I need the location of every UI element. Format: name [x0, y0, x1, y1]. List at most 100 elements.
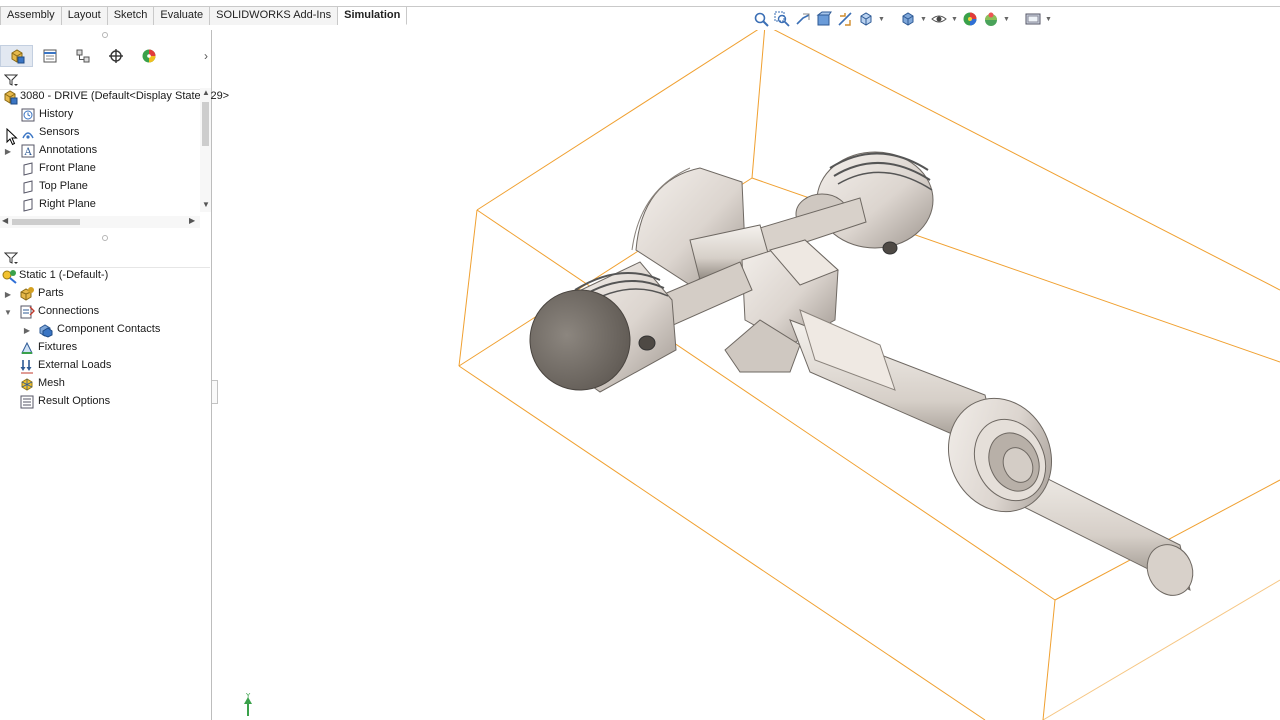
- scrollbar-thumb[interactable]: [12, 219, 80, 225]
- feature-tree-vertical-scrollbar[interactable]: ▲ ▼: [200, 88, 211, 212]
- sim-item-parts[interactable]: ▶ Parts: [0, 285, 210, 303]
- configurationmanager-icon[interactable]: [66, 45, 99, 67]
- display-style-dropdown[interactable]: ▼: [920, 10, 927, 28]
- sim-item-external-loads[interactable]: External Loads: [0, 357, 210, 375]
- propertymanager-icon[interactable]: [33, 45, 66, 67]
- tree-item-label: Sensors: [39, 126, 80, 138]
- apply-scene-icon[interactable]: [982, 10, 1000, 28]
- pane-splitter-grip[interactable]: [102, 235, 108, 241]
- section-view-icon[interactable]: [815, 10, 833, 28]
- view-orientation-icon[interactable]: [857, 10, 875, 28]
- dynamic-annotation-icon[interactable]: [836, 10, 854, 28]
- tree-item-annotations[interactable]: ▶ A Annotations: [0, 142, 200, 160]
- sim-item-component-contacts[interactable]: ▶ Component Contacts: [0, 321, 210, 339]
- assembly-icon: [2, 89, 18, 105]
- plane-icon: [20, 197, 36, 213]
- tree-item-history[interactable]: History: [0, 106, 200, 124]
- fixtures-icon: [19, 340, 35, 356]
- sim-item-fixtures[interactable]: Fixtures: [0, 339, 210, 357]
- displaymanager-icon[interactable]: [132, 45, 165, 67]
- feature-tree-filter[interactable]: [0, 70, 210, 90]
- scroll-up-icon[interactable]: ▲: [202, 88, 210, 97]
- tree-root-assembly[interactable]: 3080 - DRIVE (Default<Display State-129>: [0, 88, 229, 106]
- zoom-to-fit-icon[interactable]: [752, 10, 770, 28]
- hide-show-items-icon[interactable]: [930, 10, 948, 28]
- display-style-icon[interactable]: [899, 10, 917, 28]
- tree-item-front-plane[interactable]: Front Plane: [0, 160, 200, 178]
- simulation-study-label: Static 1 (-Default-): [19, 269, 109, 281]
- featuremanager-tree: 3080 - DRIVE (Default<Display State-129>…: [0, 88, 229, 214]
- apply-scene-dropdown[interactable]: ▼: [1003, 10, 1010, 28]
- view-orientation-dropdown[interactable]: ▼: [878, 10, 885, 28]
- scroll-right-icon[interactable]: ▶: [189, 216, 195, 225]
- command-manager-tabs: Assembly Layout Sketch Evaluate SOLIDWORKS A…: [0, 0, 1280, 30]
- sim-item-label: Component Contacts: [57, 323, 161, 335]
- sim-item-label: Fixtures: [38, 341, 78, 353]
- expand-arrow-icon[interactable]: ▶: [22, 321, 32, 339]
- sim-item-label: External Loads: [38, 359, 112, 371]
- sim-item-label: Connections: [38, 305, 100, 317]
- graphics-area[interactable]: Y: [213, 30, 1280, 720]
- result-options-icon: [19, 394, 35, 410]
- dimxpertmanager-icon[interactable]: [99, 45, 132, 67]
- sim-item-label: Parts: [38, 287, 64, 299]
- parts-icon: [19, 286, 35, 302]
- front-piston: [529, 261, 677, 393]
- chevron-right-icon[interactable]: ›: [204, 49, 208, 63]
- previous-view-icon[interactable]: [794, 10, 812, 28]
- scrollbar-thumb[interactable]: [202, 102, 209, 146]
- sensors-icon: [20, 125, 36, 141]
- filter-icon[interactable]: [3, 251, 19, 268]
- sim-item-mesh[interactable]: Mesh: [0, 375, 210, 393]
- svg-text:Y: Y: [245, 692, 251, 700]
- tab-evaluate[interactable]: Evaluate: [154, 7, 211, 25]
- tree-item-label: History: [39, 108, 74, 120]
- tab-solidworks-add-ins[interactable]: SOLIDWORKS Add-Ins: [210, 7, 339, 25]
- scroll-down-icon[interactable]: ▼: [202, 200, 210, 209]
- view-triad-icon: Y: [244, 692, 252, 716]
- simulation-tree-filter[interactable]: [0, 248, 210, 268]
- tab-strip-line: [370, 6, 1280, 7]
- manager-pane: › 3080 - DRIVE (Default<Display State-12…: [0, 30, 229, 720]
- view-settings-icon[interactable]: [1024, 10, 1042, 28]
- sim-item-label: Result Options: [38, 395, 111, 407]
- tree-item-label: Right Plane: [39, 198, 96, 210]
- sim-item-label: Mesh: [38, 377, 65, 389]
- plane-icon: [20, 161, 36, 177]
- tab-layout[interactable]: Layout: [61, 7, 108, 25]
- tab-assembly[interactable]: Assembly: [0, 7, 62, 25]
- collapse-arrow-icon[interactable]: ▼: [3, 303, 13, 321]
- sim-item-connections[interactable]: ▼ Connections: [0, 303, 210, 321]
- edit-appearance-icon[interactable]: [961, 10, 979, 28]
- plane-icon: [20, 179, 36, 195]
- external-loads-icon: [19, 358, 35, 374]
- tree-item-right-plane[interactable]: Right Plane: [0, 196, 200, 214]
- tab-sketch[interactable]: Sketch: [107, 7, 155, 25]
- tree-item-label: Annotations: [39, 144, 98, 156]
- component-contacts-icon: [38, 322, 54, 338]
- hide-show-items-dropdown[interactable]: ▼: [951, 10, 958, 28]
- scroll-left-icon[interactable]: ◀: [2, 216, 8, 225]
- svg-text:A: A: [24, 147, 33, 158]
- mouse-pointer-icon: [6, 127, 18, 149]
- tree-item-top-plane[interactable]: Top Plane: [0, 178, 200, 196]
- view-settings-dropdown[interactable]: ▼: [1045, 10, 1052, 28]
- zoom-to-area-icon[interactable]: [773, 10, 791, 28]
- connections-icon: [19, 304, 35, 320]
- pane-grip-top[interactable]: [102, 32, 108, 38]
- expand-arrow-icon[interactable]: ▶: [3, 285, 13, 303]
- tree-root-label: 3080 - DRIVE (Default<Display State-129>: [20, 90, 230, 102]
- tree-item-sensors[interactable]: Sensors: [0, 124, 200, 142]
- tree-item-label: Top Plane: [39, 180, 88, 192]
- tab-strip: Assembly Layout Sketch Evaluate SOLIDWORKS A…: [0, 6, 408, 25]
- feature-tree-horizontal-scrollbar[interactable]: ◀ ▶: [0, 216, 200, 228]
- tree-item-label: Front Plane: [39, 162, 96, 174]
- sim-item-result-options[interactable]: Result Options: [0, 393, 210, 411]
- featuremanager-icon[interactable]: [0, 45, 33, 67]
- simulation-study-root[interactable]: Static 1 (-Default-): [0, 267, 210, 285]
- heads-up-view-toolbar: ▼ ▼ ▼ ▼ ▼: [752, 9, 1052, 29]
- manager-tabs: ›: [0, 44, 212, 68]
- tab-simulation[interactable]: Simulation: [338, 7, 408, 25]
- simulation-study-tree: Static 1 (-Default-) ▶ Parts ▼ Connections ▶…: [0, 267, 210, 411]
- static-study-icon: [1, 268, 17, 284]
